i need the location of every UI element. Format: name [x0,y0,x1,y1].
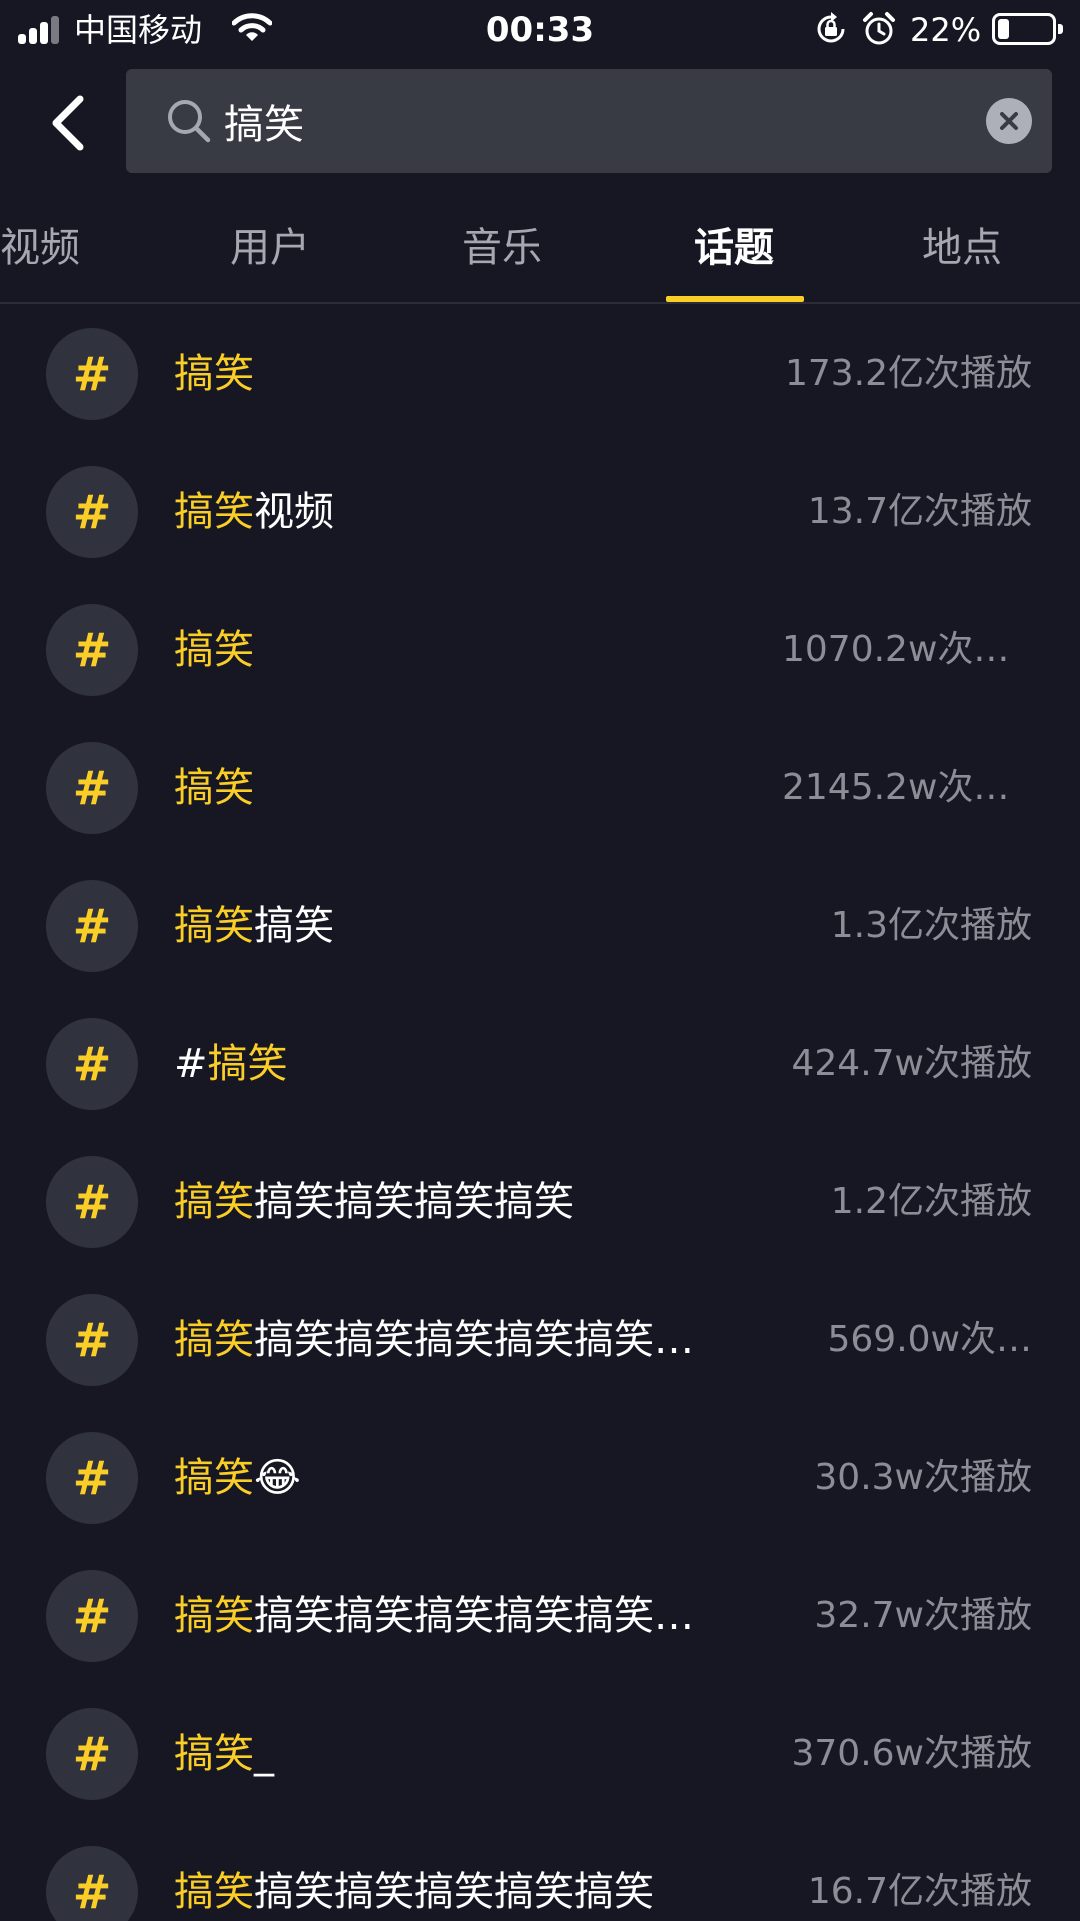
topic-suffix: 😂 [254,1455,301,1501]
play-count: 30.3w次播放 [814,1457,1032,1498]
topic-suffix: _ [254,1731,274,1777]
hashtag-icon: # [46,466,138,558]
topic-name: 搞笑搞笑 [174,898,744,954]
tab-topics[interactable]: 话题 [694,224,774,272]
status-bar: 中国移动 00:33 22% [0,0,1080,60]
battery-percent: 22% [910,11,982,49]
topic-row[interactable]: # 搞笑视频 13.7亿次播放 [0,442,1080,580]
hashtag-icon: # [46,328,138,420]
tab-users[interactable]: 用户 [230,224,310,272]
topic-row[interactable]: # #搞笑 424.7w次播放 [0,994,1080,1132]
topic-suffix: 视频 [254,489,334,535]
topic-suffix: 搞笑 [254,903,334,949]
topic-name: 搞笑_ [174,1726,744,1782]
play-count: 569.0w次… [827,1319,1032,1360]
topic-name: 搞笑 [174,622,744,678]
play-count: 370.6w次播放 [791,1733,1032,1774]
topic-name: 搞笑搞笑搞笑搞笑搞笑搞笑… [174,1588,744,1644]
topic-highlight: 搞笑 [174,351,254,397]
topic-name: 搞笑 [174,346,744,402]
tab-music[interactable]: 音乐 [462,224,542,272]
topic-suffix: 搞笑搞笑搞笑搞笑搞笑… [254,1593,694,1639]
topic-name: 搞笑搞笑搞笑搞笑搞笑 [174,1174,744,1230]
topic-prefix: # [174,1041,208,1087]
topic-name: 搞笑 [174,760,744,816]
rotation-lock-icon [817,12,845,43]
play-count: 2145.2w次播放 [782,767,1032,808]
topic-name: 搞笑搞笑搞笑搞笑搞笑搞笑… [174,1312,744,1368]
play-count: 32.7w次播放 [814,1595,1032,1636]
play-count: 13.7亿次播放 [807,491,1032,532]
back-arrow-icon [52,95,84,151]
search-input[interactable] [224,69,964,173]
topic-highlight: 搞笑 [174,1731,254,1777]
topic-highlight: 搞笑 [174,903,254,949]
topic-row[interactable]: # 搞笑 1070.2w次播放 [0,580,1080,718]
topic-highlight: 搞笑 [174,1593,254,1639]
topic-highlight: 搞笑 [174,627,254,673]
search-box[interactable] [126,69,1052,173]
hashtag-icon: # [46,1846,138,1921]
topic-row[interactable]: # 搞笑 173.2亿次播放 [0,304,1080,442]
topic-name: 搞笑😂 [174,1450,744,1506]
topic-row[interactable]: # 搞笑搞笑搞笑搞笑搞笑搞笑… 32.7w次播放 [0,1546,1080,1684]
active-tab-indicator [666,296,804,302]
play-count: 1.3亿次播放 [830,905,1032,946]
topic-highlight: 搞笑 [174,1317,254,1363]
back-button[interactable] [38,88,98,158]
topic-suffix: 搞笑搞笑搞笑搞笑搞笑 [254,1869,654,1915]
topic-highlight: 搞笑 [174,1869,254,1915]
hashtag-icon: # [46,1018,138,1110]
search-tabs: 视频 用户 音乐 话题 地点 [0,200,1080,304]
play-count: 1.2亿次播放 [830,1181,1032,1222]
hashtag-icon: # [46,1156,138,1248]
alarm-icon [863,12,895,45]
battery-icon [992,13,1063,45]
topic-highlight: 搞笑 [174,489,254,535]
hashtag-icon: # [46,1294,138,1386]
play-count: 424.7w次播放 [791,1043,1032,1084]
play-count: 1070.2w次播放 [782,629,1032,670]
topic-row[interactable]: # 搞笑搞笑 1.3亿次播放 [0,856,1080,994]
topic-highlight: 搞笑 [174,1455,254,1501]
hashtag-icon: # [46,1708,138,1800]
topic-highlight: 搞笑 [174,765,254,811]
clear-icon [1000,112,1018,130]
topic-highlight: 搞笑 [207,1041,288,1087]
topic-name: 搞笑搞笑搞笑搞笑搞笑搞笑 [174,1864,744,1920]
hashtag-icon: # [46,742,138,834]
topic-highlight: 搞笑 [174,1179,254,1225]
topic-name: 搞笑视频 [174,484,744,540]
clear-button[interactable] [986,98,1032,144]
play-count: 173.2亿次播放 [784,353,1032,394]
hashtag-icon: # [46,1432,138,1524]
hashtag-icon: # [46,1570,138,1662]
hashtag-icon: # [46,604,138,696]
topic-suffix: 搞笑搞笑搞笑搞笑 [254,1179,574,1225]
topic-row[interactable]: # 搞笑_ 370.6w次播放 [0,1684,1080,1822]
play-count: 16.7亿次播放 [807,1871,1032,1912]
topic-row[interactable]: # 搞笑搞笑搞笑搞笑搞笑搞笑… 569.0w次… [0,1270,1080,1408]
topic-suffix: 搞笑搞笑搞笑搞笑搞笑… [254,1317,694,1363]
tab-places[interactable]: 地点 [922,224,1002,272]
search-icon [168,100,211,143]
topic-list: # 搞笑 173.2亿次播放 # 搞笑视频 13.7亿次播放 # 搞笑 1070… [0,304,1080,1921]
topic-row[interactable]: # 搞笑😂 30.3w次播放 [0,1408,1080,1546]
tab-videos[interactable]: 视频 [0,224,80,272]
topic-row[interactable]: # 搞笑搞笑搞笑搞笑搞笑 1.2亿次播放 [0,1132,1080,1270]
topic-row[interactable]: # 搞笑 2145.2w次播放 [0,718,1080,856]
topic-row[interactable]: # 搞笑搞笑搞笑搞笑搞笑搞笑 16.7亿次播放 [0,1822,1080,1921]
topic-name: #搞笑 [174,1036,744,1092]
hashtag-icon: # [46,880,138,972]
